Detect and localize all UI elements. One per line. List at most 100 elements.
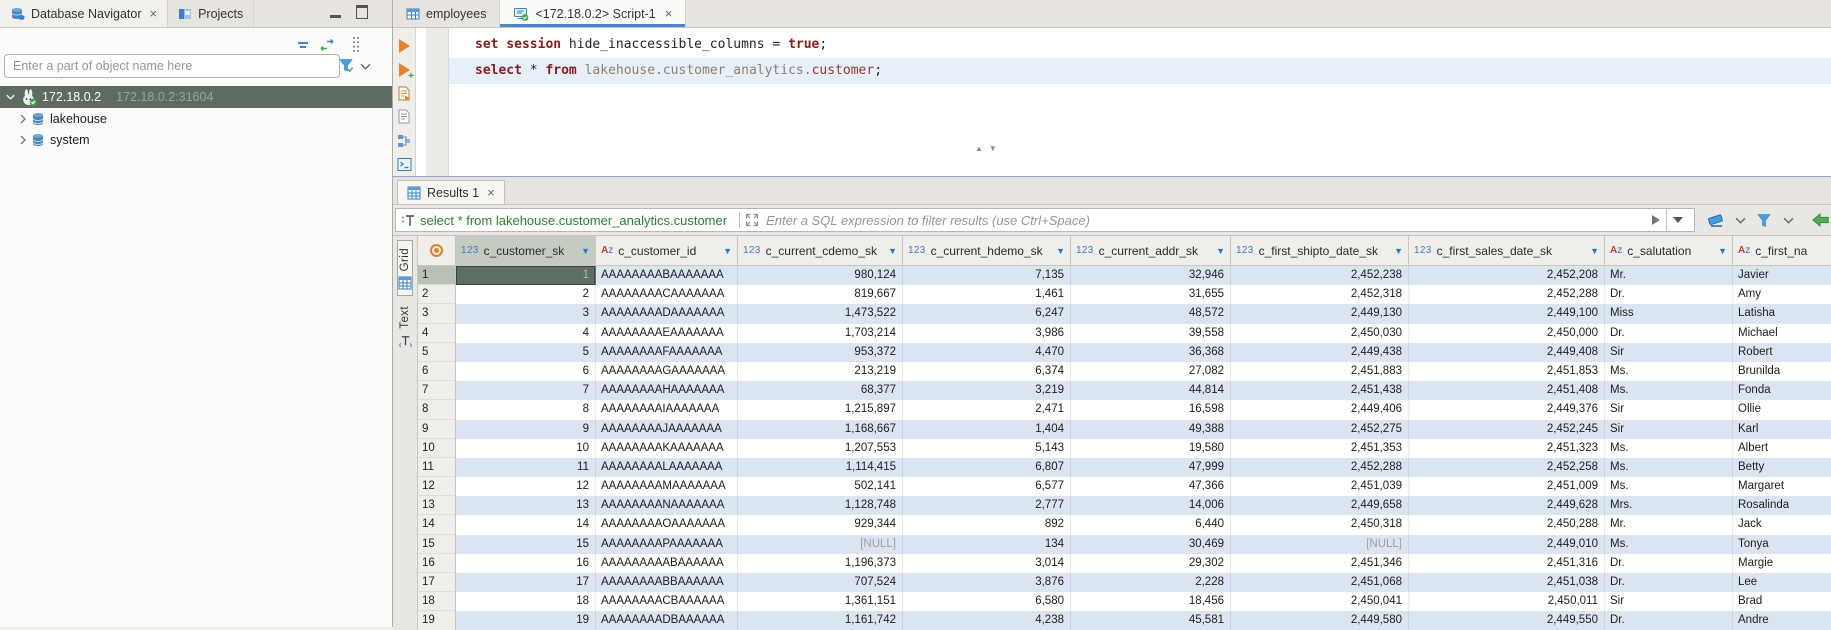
filter-funnel-icon[interactable] xyxy=(338,57,355,73)
grid-cell[interactable]: 3 xyxy=(456,304,596,323)
grid-cell[interactable]: AAAAAAAAABAAAAAA xyxy=(596,554,738,573)
grid-cell[interactable]: 2,449,406 xyxy=(1231,400,1409,419)
grid-cell[interactable]: 1,114,415 xyxy=(738,458,903,477)
grid-cell[interactable]: 6,247 xyxy=(903,304,1071,323)
terminal-icon[interactable] xyxy=(393,152,415,176)
chevron-down-icon[interactable] xyxy=(360,63,371,70)
row-number[interactable]: 19 xyxy=(418,611,456,630)
fetch-previous-icon[interactable] xyxy=(1810,213,1830,227)
tree-item-system[interactable]: system xyxy=(0,129,392,150)
grid-cell[interactable]: 2,452,288 xyxy=(1409,285,1605,304)
tab-employees[interactable]: employees xyxy=(393,0,500,27)
column-menu-icon[interactable]: ▼ xyxy=(723,246,732,256)
grid-cell[interactable]: 16,598 xyxy=(1071,400,1231,419)
grid-cell[interactable]: 2,449,628 xyxy=(1409,496,1605,515)
grid-cell[interactable]: 1,215,897 xyxy=(738,400,903,419)
grid-cell[interactable]: 14,006 xyxy=(1071,496,1231,515)
grid-cell[interactable]: AAAAAAAADBAAAAAA xyxy=(596,611,738,630)
execute-new-tab-button[interactable]: + xyxy=(393,58,415,82)
grid-cell[interactable]: 1,168,667 xyxy=(738,420,903,439)
grid-cell[interactable]: [NULL] xyxy=(1231,535,1409,554)
splitter-collapse-arrows[interactable]: ▲▼ xyxy=(975,144,997,153)
grid-cell[interactable]: 19,580 xyxy=(1071,439,1231,458)
grid-cell[interactable]: 502,141 xyxy=(738,477,903,496)
grid-cell[interactable]: AAAAAAAABAAAAAAA xyxy=(596,266,738,285)
grid-cell[interactable]: 1,404 xyxy=(903,420,1071,439)
arrow-up-icon[interactable]: ▲ xyxy=(975,144,983,153)
grid-cell[interactable]: AAAAAAAACBAAAAAA xyxy=(596,592,738,611)
grid-cell[interactable]: 8 xyxy=(456,400,596,419)
grid-cell[interactable]: AAAAAAAAKAAAAAAA xyxy=(596,439,738,458)
grid-cell[interactable]: 30,469 xyxy=(1071,535,1231,554)
row-number[interactable]: 17 xyxy=(418,573,456,592)
grid-cell[interactable]: Dr. xyxy=(1605,324,1733,343)
grid-cell[interactable]: Mr. xyxy=(1605,266,1733,285)
grid-cell[interactable]: 6,807 xyxy=(903,458,1071,477)
eraser-icon[interactable] xyxy=(1707,213,1725,228)
column-header-c_first_na[interactable]: Azc_first_na▼ xyxy=(1733,236,1831,265)
view-menu-icon[interactable] xyxy=(352,36,360,53)
grid-cell[interactable]: 2,449,408 xyxy=(1409,343,1605,362)
grid-cell[interactable]: AAAAAAAAEAAAAAAA xyxy=(596,324,738,343)
grid-cell[interactable]: 39,558 xyxy=(1071,324,1231,343)
grid-cell[interactable]: 3,876 xyxy=(903,573,1071,592)
row-number[interactable]: 14 xyxy=(418,515,456,534)
grid-cell[interactable]: 7,135 xyxy=(903,266,1071,285)
grid-cell[interactable]: Robert xyxy=(1733,343,1831,362)
column-menu-icon[interactable]: ▼ xyxy=(1590,246,1599,256)
grid-cell[interactable]: 2,451,068 xyxy=(1231,573,1409,592)
grid-cell[interactable]: Dr. xyxy=(1605,611,1733,630)
grid-cell[interactable]: 6,580 xyxy=(903,592,1071,611)
tab-database-navigator[interactable]: Database Navigator × xyxy=(0,0,168,27)
row-number[interactable]: 7 xyxy=(418,381,456,400)
chevron-down-icon[interactable] xyxy=(6,94,15,100)
grid-cell[interactable]: 10 xyxy=(456,439,596,458)
grid-cell[interactable]: AAAAAAAAJAAAAAAA xyxy=(596,420,738,439)
grid-cell[interactable]: 213,219 xyxy=(738,362,903,381)
grid-cell[interactable]: 2,452,275 xyxy=(1231,420,1409,439)
grid-cell[interactable]: 1,196,373 xyxy=(738,554,903,573)
grid-cell[interactable]: Ollie xyxy=(1733,400,1831,419)
row-number-header[interactable] xyxy=(418,236,456,265)
grid-cell[interactable]: Lee xyxy=(1733,573,1831,592)
tab-text[interactable]: Text xyxy=(398,298,413,353)
grid-cell[interactable]: 7 xyxy=(456,381,596,400)
grid-cell[interactable]: [NULL] xyxy=(738,535,903,554)
minimize-icon[interactable] xyxy=(330,15,341,18)
custom-filter-icon[interactable] xyxy=(401,213,415,227)
grid-cell[interactable]: 1,128,748 xyxy=(738,496,903,515)
column-menu-icon[interactable]: ▼ xyxy=(1394,246,1403,256)
grid-cell[interactable]: AAAAAAAAHAAAAAAA xyxy=(596,381,738,400)
row-number[interactable]: 6 xyxy=(418,362,456,381)
row-number[interactable]: 18 xyxy=(418,592,456,611)
column-header-c_first_sales_date_sk[interactable]: 123c_first_sales_date_sk▼ xyxy=(1409,236,1605,265)
grid-cell[interactable]: Ms. xyxy=(1605,458,1733,477)
grid-cell[interactable]: 6,577 xyxy=(903,477,1071,496)
grid-cell[interactable]: AAAAAAAANAAAAAAA xyxy=(596,496,738,515)
grid-cell[interactable]: Fonda xyxy=(1733,381,1831,400)
row-number[interactable]: 4 xyxy=(418,324,456,343)
filter-expression-input[interactable]: Enter a SQL expression to filter results… xyxy=(766,213,1646,228)
column-header-c_current_cdemo_sk[interactable]: 123c_current_cdemo_sk▼ xyxy=(738,236,903,265)
column-header-c_customer_sk[interactable]: 123c_customer_sk▼ xyxy=(456,236,596,265)
grid-cell[interactable]: Rosalinda xyxy=(1733,496,1831,515)
grid-cell[interactable]: 19 xyxy=(456,611,596,630)
grid-cell[interactable]: Betty xyxy=(1733,458,1831,477)
column-header-c_current_addr_sk[interactable]: 123c_current_addr_sk▼ xyxy=(1071,236,1231,265)
row-number[interactable]: 10 xyxy=(418,439,456,458)
grid-cell[interactable]: AAAAAAAABBAAAAAA xyxy=(596,573,738,592)
tab-projects[interactable]: Projects xyxy=(168,0,254,27)
grid-cell[interactable]: 2,449,130 xyxy=(1231,304,1409,323)
grid-cell[interactable]: AAAAAAAALAAAAAAA xyxy=(596,458,738,477)
object-filter-input[interactable] xyxy=(4,54,340,78)
row-number[interactable]: 3 xyxy=(418,304,456,323)
grid-cell[interactable]: Brunilda xyxy=(1733,362,1831,381)
grid-cell[interactable]: Mr. xyxy=(1605,515,1733,534)
row-number[interactable]: 8 xyxy=(418,400,456,419)
grid-cell[interactable]: 27,082 xyxy=(1071,362,1231,381)
maximize-icon[interactable] xyxy=(356,5,368,19)
chevron-right-icon[interactable] xyxy=(20,114,26,124)
sql-line[interactable]: set session hide_inaccessible_columns = … xyxy=(449,32,1831,58)
grid-cell[interactable]: AAAAAAAADAAAAAAA xyxy=(596,304,738,323)
column-menu-icon[interactable]: ▼ xyxy=(1718,246,1727,256)
